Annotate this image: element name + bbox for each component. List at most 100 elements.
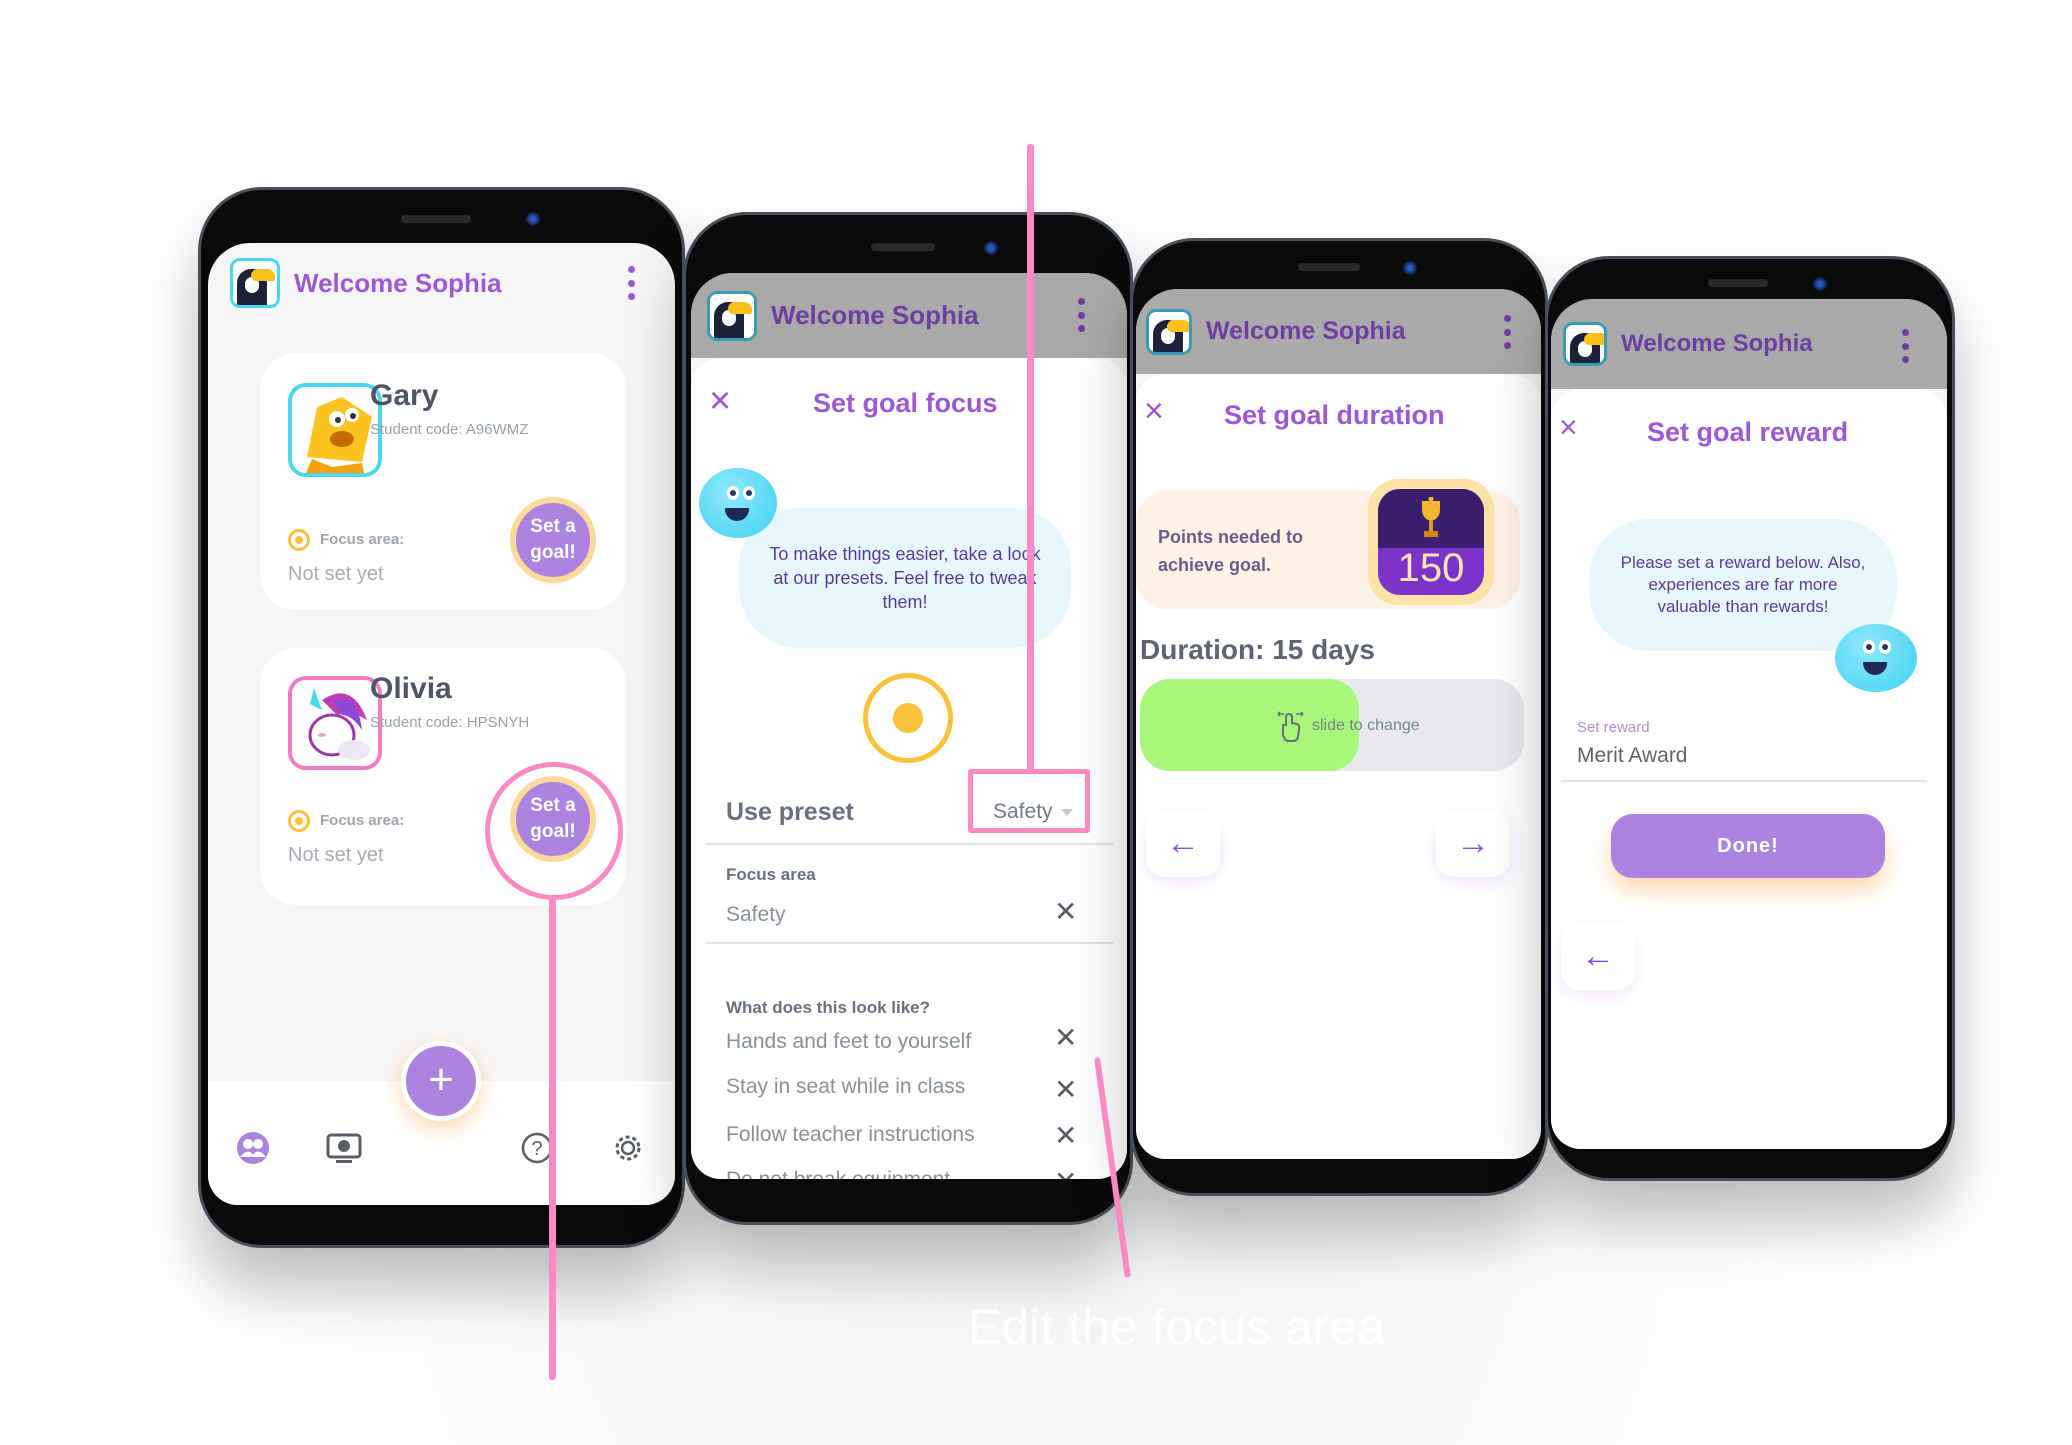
mascot-icon: [699, 468, 777, 538]
target-icon: [288, 529, 310, 551]
reward-label: Set reward: [1577, 719, 1650, 736]
app-bar: Welcome Sophia: [1551, 299, 1947, 389]
speaker: [1298, 263, 1360, 271]
remove-icon[interactable]: ✕: [1054, 1168, 1077, 1180]
slider-hint: slide to change: [1276, 709, 1420, 743]
more-menu-icon[interactable]: [1901, 329, 1909, 363]
close-icon[interactable]: ×: [1559, 411, 1578, 443]
target-icon: [288, 810, 310, 832]
use-preset-label: Use preset: [726, 798, 854, 826]
duration-slider[interactable]: slide to change: [1140, 679, 1524, 771]
set-goal-button[interactable]: Set a goal!: [510, 497, 596, 583]
swipe-hand-icon: [1277, 711, 1304, 742]
next-button[interactable]: →: [1436, 811, 1510, 877]
reward-input[interactable]: Merit Award: [1577, 744, 1688, 768]
app-bar: Welcome Sophia: [208, 243, 675, 323]
points-value: 150: [1397, 546, 1465, 590]
goal-reward-modal: × Set goal reward Please set a reward be…: [1551, 389, 1947, 1149]
phone-home: Welcome Sophia Gary Student code: A96WMZ…: [198, 187, 685, 1248]
annotation-box: [968, 769, 1090, 833]
front-camera: [984, 241, 998, 255]
student-name: Olivia: [370, 672, 452, 705]
front-camera: [1813, 277, 1827, 291]
focus-area-value[interactable]: Safety: [726, 903, 786, 927]
modal-title: Set goal duration: [1224, 400, 1445, 430]
more-menu-icon[interactable]: [627, 266, 635, 300]
app-title: Welcome Sophia: [294, 267, 502, 298]
focus-area-label: Focus area:: [320, 531, 405, 548]
front-camera: [526, 212, 540, 226]
showcase-stage: Welcome Sophia Gary Student code: A96WMZ…: [0, 0, 2072, 1445]
phone-goal-reward: Welcome Sophia × Set goal reward Please …: [1545, 256, 1955, 1181]
speaker: [401, 215, 471, 223]
student-code: Student code: A96WMZ: [370, 421, 529, 438]
toucan-logo-icon: [1563, 322, 1607, 366]
behaviour-item[interactable]: Hands and feet to yourself: [726, 1030, 971, 1054]
clear-icon[interactable]: ✕: [1054, 898, 1077, 926]
focus-area-label: Focus area:: [320, 812, 405, 829]
behaviour-item[interactable]: Do not break equipment: [726, 1168, 950, 1179]
toucan-logo-icon: [707, 290, 757, 341]
points-text: Points needed to achieve goal.: [1158, 527, 1304, 575]
divider: [705, 942, 1113, 944]
app-bar: Welcome Sophia: [691, 273, 1127, 358]
goal-reward-screen: Welcome Sophia × Set goal reward Please …: [1551, 299, 1947, 1149]
more-menu-icon[interactable]: [1077, 298, 1085, 332]
app-bar: Welcome Sophia: [1136, 289, 1541, 374]
behaviour-item[interactable]: Stay in seat while in class: [726, 1075, 965, 1099]
close-icon[interactable]: ×: [709, 382, 731, 420]
app-title: Welcome Sophia: [771, 300, 979, 330]
front-camera: [1403, 261, 1417, 275]
trophy-icon: [1422, 497, 1440, 537]
settings-icon[interactable]: [611, 1131, 645, 1165]
remove-icon[interactable]: ✕: [1054, 1122, 1077, 1150]
mascot-icon: [1835, 624, 1917, 692]
annotation-ring: [485, 762, 623, 900]
app-title: Welcome Sophia: [1621, 330, 1813, 357]
focus-area-value: Not set yet: [288, 844, 384, 866]
app-title: Welcome Sophia: [1206, 317, 1406, 345]
student-card[interactable]: Gary Student code: A96WMZ Focus area: No…: [260, 353, 626, 610]
toucan-logo-icon: [230, 258, 280, 308]
avatar-gary: [288, 383, 382, 477]
avatar-olivia: [288, 676, 382, 770]
focus-area-value: Not set yet: [288, 563, 384, 585]
remove-icon[interactable]: ✕: [1054, 1024, 1077, 1052]
toucan-logo-icon: [1146, 308, 1192, 355]
annotation-line: [1027, 144, 1034, 774]
slider-hint-text: slide to change: [1312, 717, 1420, 734]
speaker: [1708, 279, 1768, 287]
duration-label: Duration: 15 days: [1140, 634, 1375, 665]
modal-title: Set goal focus: [813, 388, 998, 418]
points-badge: 150: [1368, 479, 1494, 605]
looks-like-label: What does this look like?: [726, 998, 931, 1017]
more-menu-icon[interactable]: [1503, 315, 1511, 349]
student-code: Student code: HPSNYH: [370, 714, 530, 731]
close-icon[interactable]: ×: [1144, 394, 1164, 428]
back-button[interactable]: ←: [1561, 924, 1635, 990]
divider: [1561, 780, 1927, 782]
annotation-line: [549, 898, 556, 1380]
behaviour-item[interactable]: Follow teacher instructions: [726, 1123, 975, 1147]
goal-duration-screen: Welcome Sophia × Set goal duration Point…: [1136, 289, 1541, 1159]
back-button[interactable]: ←: [1146, 811, 1220, 877]
phone-goal-duration: Welcome Sophia × Set goal duration Point…: [1130, 238, 1548, 1196]
focus-target-icon: [863, 673, 953, 763]
svg-text:?: ?: [531, 1138, 542, 1160]
bottom-nav: + ?: [208, 1041, 675, 1205]
speaker: [871, 243, 935, 251]
add-student-button[interactable]: +: [401, 1041, 481, 1121]
home-screen: Welcome Sophia Gary Student code: A96WMZ…: [208, 243, 675, 1205]
students-icon[interactable]: [236, 1131, 270, 1165]
tip-bubble: To make things easier, take a look at ou…: [739, 508, 1071, 648]
focus-area-label: Focus area: [726, 865, 816, 884]
modal-title: Set goal reward: [1647, 417, 1849, 447]
phone-goal-focus: Welcome Sophia × Set goal focus To make …: [683, 212, 1133, 1225]
done-button[interactable]: Done!: [1611, 814, 1885, 878]
video-icon[interactable]: [326, 1131, 362, 1165]
annotation-caption: Edit the focus area: [968, 1299, 1385, 1355]
divider: [705, 843, 1113, 845]
student-name: Gary: [370, 379, 439, 412]
goal-focus-screen: Welcome Sophia × Set goal focus To make …: [691, 273, 1127, 1179]
remove-icon[interactable]: ✕: [1054, 1076, 1077, 1104]
